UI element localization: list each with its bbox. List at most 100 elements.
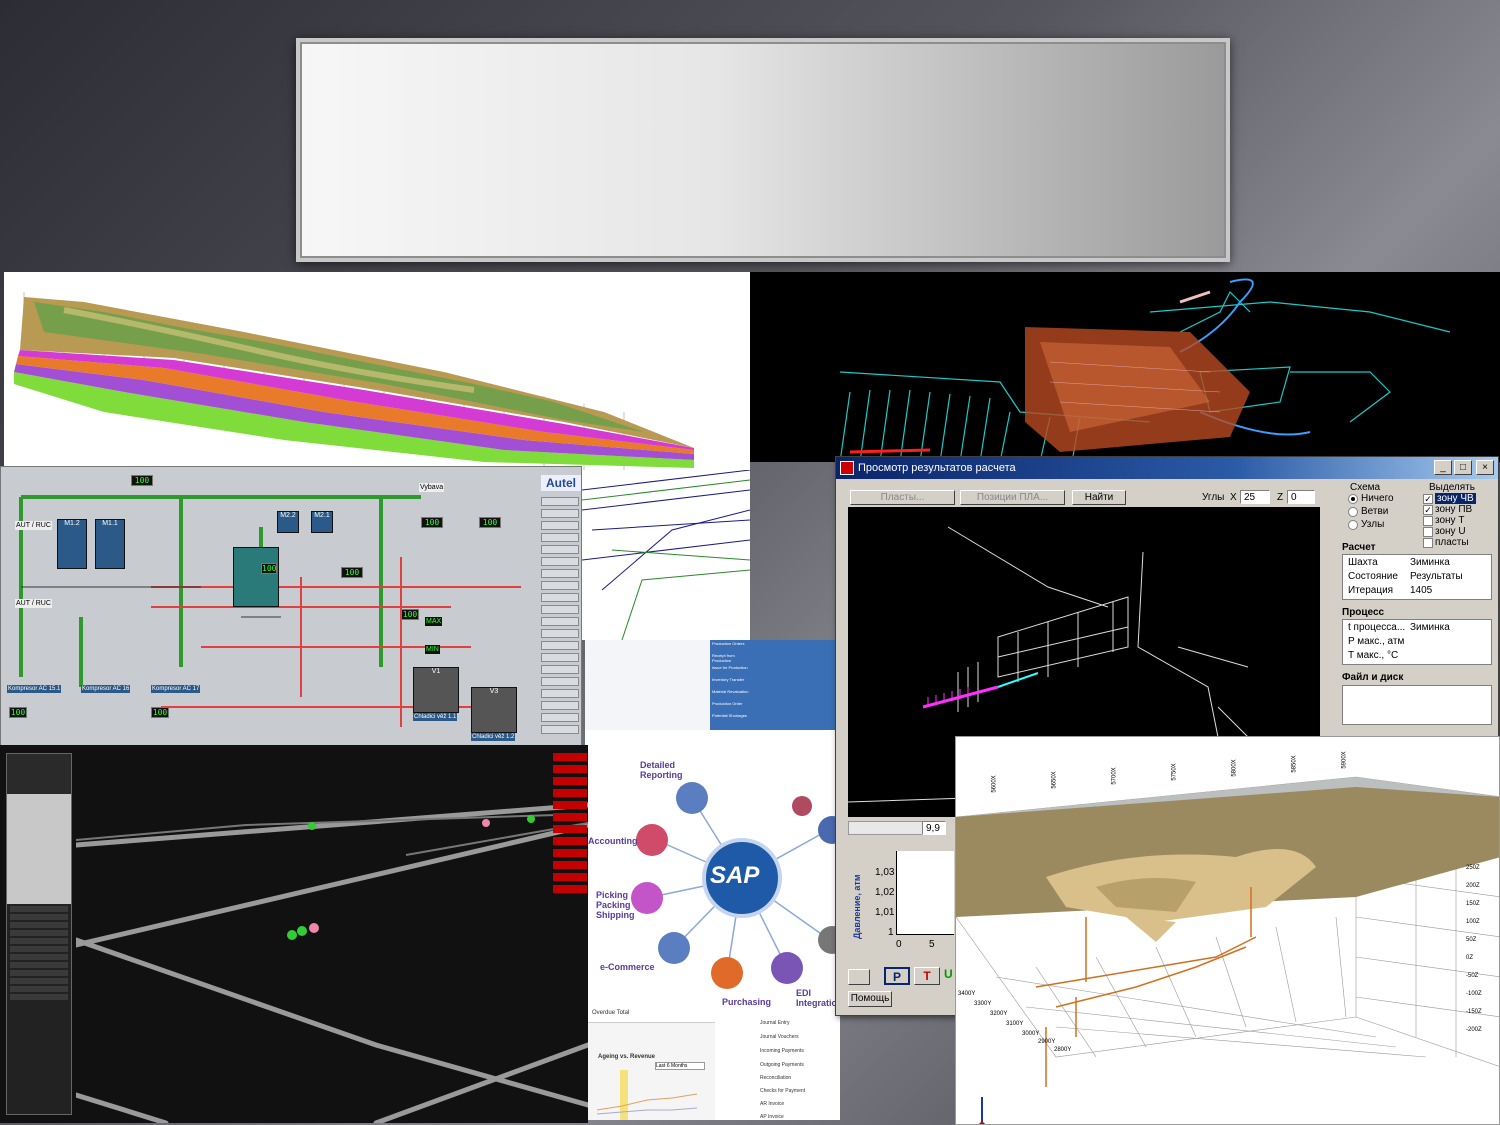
angle-z-input[interactable]: 0 xyxy=(1287,490,1315,504)
side-button[interactable] xyxy=(541,629,579,638)
panel-label: AUT / RUC xyxy=(15,599,52,608)
erp-menu-item[interactable]: Production Order xyxy=(712,701,752,710)
depth-axis-tick: 2800Y xyxy=(1054,1047,1072,1053)
scada-control-panel: Autel M1.2 M1.1 M2.2 M2.1 V1 V3 AUT / RU… xyxy=(0,466,582,748)
module-box[interactable]: M1.2 xyxy=(57,519,87,569)
erp-chart-title: Ageing vs. Revenue xyxy=(598,1054,656,1060)
side-button[interactable] xyxy=(541,569,579,578)
side-button[interactable] xyxy=(541,701,579,710)
erp-menu-item[interactable]: Issue for Production xyxy=(712,665,752,674)
layers-button[interactable]: Пласты... xyxy=(850,490,955,505)
value-display: 100 xyxy=(421,517,443,528)
process-section-label: Процесс xyxy=(1342,607,1385,618)
module-box[interactable]: M2.1 xyxy=(311,511,333,533)
side-button[interactable] xyxy=(541,605,579,614)
files-listbox[interactable] xyxy=(1342,685,1492,725)
scheme-branches-radio[interactable] xyxy=(1348,507,1358,517)
erp-menu-item[interactable]: Material Revaluation xyxy=(712,689,752,698)
scheme-none-radio[interactable] xyxy=(1348,494,1358,504)
highlight-checkbox[interactable] xyxy=(1423,538,1433,548)
u-tool-button[interactable]: U xyxy=(944,967,953,981)
highlight-checkbox[interactable]: ✓ xyxy=(1423,494,1433,504)
status-indicator xyxy=(553,849,587,857)
side-button[interactable] xyxy=(541,617,579,626)
calc-listbox[interactable]: Шахта Зиминка Состояние Результаты Итера… xyxy=(1342,554,1492,600)
panel-label: Kompresor AC 16 xyxy=(81,685,131,693)
depth-axis-tick: 3000Y xyxy=(1022,1031,1040,1037)
pressure-tool-button[interactable]: P xyxy=(884,967,910,985)
angle-x-input[interactable]: 25 xyxy=(1240,490,1270,504)
status-indicator xyxy=(553,801,587,809)
pressure-chart: Давление, атм 1,03 1,02 1,01 1 0 5 xyxy=(848,839,954,961)
side-button[interactable] xyxy=(541,653,579,662)
erp-view-select[interactable]: Last 6 Months xyxy=(655,1062,705,1070)
panel-label: Chladici věž 1.1 xyxy=(413,713,458,721)
highlight-checkbox[interactable] xyxy=(1423,516,1433,526)
status-indicator xyxy=(553,873,587,881)
module-box[interactable]: V1 xyxy=(413,667,459,713)
temperature-tool-button[interactable]: T xyxy=(914,967,940,985)
side-button[interactable] xyxy=(541,713,579,722)
close-icon[interactable]: × xyxy=(1476,460,1494,475)
side-button[interactable] xyxy=(541,533,579,542)
value-display: 100 xyxy=(131,475,153,486)
maximize-icon[interactable]: □ xyxy=(1454,460,1472,475)
geological-3d-block: 250Z 200Z 150Z 100Z 50Z 0Z -50Z -100Z -1… xyxy=(955,736,1500,1125)
erp-menu-item[interactable]: Production Orders xyxy=(712,641,752,650)
side-button[interactable] xyxy=(541,689,579,698)
pressure-chart-ylabel: Давление, атм xyxy=(852,874,862,939)
side-button[interactable] xyxy=(541,557,579,566)
x-axis-tick: 5700X xyxy=(1111,767,1118,785)
tunnel-simulation-3d xyxy=(0,745,588,1123)
highlight-option-label: зону U xyxy=(1435,526,1466,537)
module-box[interactable]: V3 xyxy=(471,687,517,733)
minimize-icon[interactable]: _ xyxy=(1434,460,1452,475)
process-listbox[interactable]: t процесса... Зиминка P макс., атм T мак… xyxy=(1342,619,1492,665)
highlight-checkbox[interactable]: ✓ xyxy=(1423,505,1433,515)
status-indicator xyxy=(553,837,587,845)
module-box[interactable] xyxy=(233,547,279,607)
find-button[interactable]: Найти xyxy=(1072,490,1126,505)
help-button[interactable]: Помощь xyxy=(848,991,892,1007)
grid-tool-button[interactable] xyxy=(848,969,870,985)
horizontal-scrollbar[interactable] xyxy=(848,821,923,835)
side-button[interactable] xyxy=(541,641,579,650)
calc-value: 1405 xyxy=(1410,585,1433,596)
y-axis-tick: -50Z xyxy=(1466,973,1479,979)
side-button[interactable] xyxy=(541,665,579,674)
erp-link[interactable]: Journal Entry xyxy=(760,1020,789,1026)
module-box[interactable]: M2.2 xyxy=(277,511,299,533)
side-button[interactable] xyxy=(541,581,579,590)
side-button[interactable] xyxy=(541,497,579,506)
y-axis-tick: 50Z xyxy=(1466,937,1477,943)
status-indicator xyxy=(553,777,587,785)
positions-button[interactable]: Позиции ПЛА... xyxy=(960,490,1065,505)
simulation-sidebar[interactable] xyxy=(6,753,72,1115)
side-button[interactable] xyxy=(541,521,579,530)
alarm-max: MAX xyxy=(425,617,443,626)
highlight-checkbox[interactable] xyxy=(1423,527,1433,537)
x-label: X xyxy=(1230,492,1237,503)
app-icon xyxy=(840,461,854,475)
erp-link[interactable]: Incoming Payments xyxy=(760,1048,804,1054)
erp-link[interactable]: Outgoing Payments xyxy=(760,1062,804,1068)
erp-link[interactable]: Reconciliation xyxy=(760,1075,791,1081)
erp-menu-item[interactable]: Potential Shortages xyxy=(712,713,752,722)
calc-section-label: Расчет xyxy=(1342,542,1376,553)
y-tick: 1,01 xyxy=(875,907,895,918)
panel-label: Vybava xyxy=(419,483,445,492)
side-button[interactable] xyxy=(541,725,579,734)
erp-menu-item[interactable]: Receipt from Production xyxy=(712,653,752,663)
scheme-nodes-radio[interactable] xyxy=(1348,520,1358,530)
module-box[interactable]: M1.1 xyxy=(95,519,125,569)
erp-link[interactable]: Journal Vouchers xyxy=(760,1034,799,1040)
side-button[interactable] xyxy=(541,509,579,518)
side-button[interactable] xyxy=(541,593,579,602)
erp-link[interactable]: AR Invoice xyxy=(760,1101,784,1107)
erp-link[interactable]: AP Invoice xyxy=(760,1114,784,1120)
dialog-titlebar[interactable]: Просмотр результатов расчета _ □ × xyxy=(836,457,1498,479)
erp-menu-item[interactable]: Inventory Transfer xyxy=(712,677,752,686)
side-button[interactable] xyxy=(541,545,579,554)
side-button[interactable] xyxy=(541,677,579,686)
erp-link[interactable]: Checks for Payment xyxy=(760,1088,805,1094)
